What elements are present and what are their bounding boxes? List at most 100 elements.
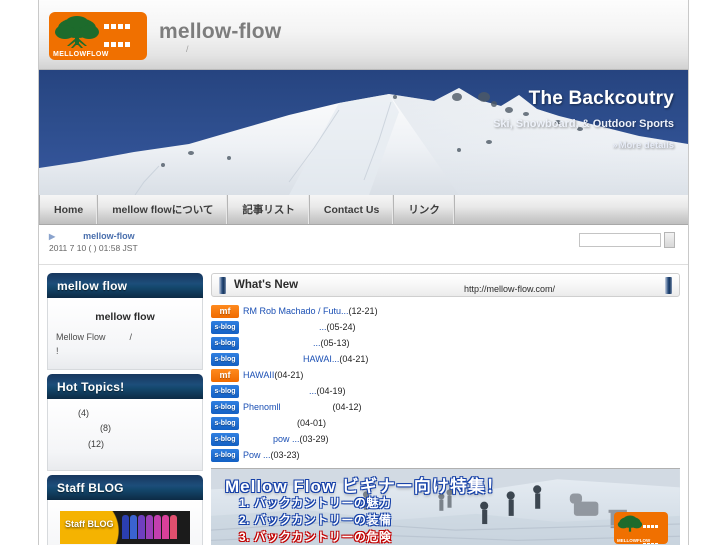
staff-blog-banner-image[interactable]: Staff BLOG	[60, 511, 190, 544]
sidebar-block-hot-topics-header: Hot Topics!	[47, 374, 203, 399]
promo-line-3[interactable]: 3. バックカントリーの危険	[239, 528, 391, 545]
search-form	[579, 232, 675, 248]
whats-new-panel-header: What's New	[211, 273, 680, 297]
news-date: (04-01)	[297, 418, 327, 428]
badge-mf: mf	[211, 304, 239, 318]
news-row[interactable]: s-blog Phenomll (04-12)	[211, 399, 680, 415]
news-date: (04-21)	[274, 370, 304, 380]
news-title[interactable]: Pow ...	[243, 450, 271, 460]
site-subtitle: /	[186, 44, 189, 54]
news-date: (12-21)	[348, 306, 378, 316]
news-date: (03-29)	[299, 434, 329, 444]
news-title[interactable]: Phenomll	[243, 402, 281, 412]
sidebar-block-staff-blog-body: Staff BLOG Mellow-flow	[47, 500, 203, 545]
news-row[interactable]: s-blog ... (04-19)	[211, 383, 680, 399]
news-row[interactable]: s-blog ... (05-24)	[211, 319, 680, 335]
news-row[interactable]: s-blog (04-01)	[211, 415, 680, 431]
badge-s-blog: s-blog	[211, 432, 239, 446]
hero-banner: The Backcoutry Ski, Snowboard, & Outdoor…	[39, 70, 688, 195]
nav-item-home[interactable]: Home	[39, 195, 99, 224]
breadcrumb-home-link[interactable]: mellow-flow	[83, 231, 135, 241]
badge-s-blog: s-blog	[211, 336, 239, 350]
url-note: http://mellow-flow.com/	[464, 284, 556, 294]
tree-icon	[55, 16, 99, 48]
hero-title: The Backcoutry	[528, 88, 674, 109]
badge-s-blog: s-blog	[211, 320, 239, 334]
news-title[interactable]: pow ...	[273, 434, 300, 444]
news-row[interactable]: s-blog HAWAI... (04-21)	[211, 351, 680, 367]
list-item[interactable]: (4)	[56, 406, 194, 421]
news-row[interactable]: s-blog pow ... (03-29)	[211, 431, 680, 447]
sidebar-block-hot-topics: Hot Topics! (4) (8) (12)	[47, 374, 203, 471]
sidebar-block-staff-blog: Staff BLOG Staff BLOG Mellow-flow	[47, 475, 203, 545]
breadcrumb-arrow-icon: ▶	[49, 232, 56, 241]
logo-dot-grid	[104, 18, 142, 60]
nav-item-article-list[interactable]: 記事リスト	[228, 195, 310, 224]
badge-s-blog: s-blog	[211, 400, 239, 414]
nav-filler	[455, 195, 688, 224]
news-row[interactable]: s-blog Pow ... (03-23)	[211, 447, 680, 463]
news-title[interactable]: HAWAI...	[303, 354, 339, 364]
main-navigation: Home mellow flowについて 記事リスト Contact Us リン…	[39, 195, 688, 225]
news-date: (03-23)	[270, 450, 300, 460]
promo-logo-wordmark: MELLOWFLOW	[617, 538, 651, 543]
hero-more-label: More details	[618, 140, 674, 151]
badge-s-blog: s-blog	[211, 352, 239, 366]
badge-s-blog: s-blog	[211, 416, 239, 430]
news-row[interactable]: s-blog ... (05-13)	[211, 335, 680, 351]
logo-wordmark: MELLOWFLOW	[53, 51, 109, 58]
sidebar-block-mellow-flow-body: mellow flow Mellow Flow / !	[47, 298, 203, 370]
sidebar-text-line2: !	[56, 345, 59, 356]
breadcrumb-bar: ▶ mellow-flow 2011 7 10 ( ) 01:58 JST	[39, 225, 688, 265]
news-title[interactable]: HAWAII	[243, 370, 274, 380]
promo-logo: MELLOWFLOW	[614, 512, 668, 544]
badge-s-blog: s-blog	[211, 384, 239, 398]
nav-item-links[interactable]: リンク	[394, 195, 455, 224]
sidebar-block-mellow-flow: mellow flow mellow flow Mellow Flow / !	[47, 273, 203, 370]
page-container: MELLOWFLOW mellow-flow / The Backcoutry …	[38, 0, 689, 545]
chevron-right-icon: ››	[612, 140, 617, 151]
search-input[interactable]	[579, 233, 661, 247]
promo-line-2[interactable]: 2. バックカントリーの装備	[239, 511, 391, 528]
promo-banner[interactable]: Mellow Flow ビギナー向け特集！ 1. バックカントリーの魅力 2. …	[211, 468, 680, 545]
hot-topic-label: (8)	[100, 423, 111, 434]
nav-item-about[interactable]: mellow flowについて	[98, 195, 229, 224]
search-button[interactable]	[664, 232, 675, 248]
news-list: mf RM Rob Machado / Futu... (12-21) s-bl…	[211, 303, 680, 463]
site-title: mellow-flow	[159, 20, 282, 43]
list-item[interactable]: (12)	[56, 437, 194, 452]
panel-bar-right-icon	[665, 277, 672, 294]
news-row[interactable]: mf RM Rob Machado / Futu... (12-21)	[211, 303, 680, 319]
news-date: (04-12)	[332, 402, 362, 412]
list-item[interactable]: (8)	[56, 421, 194, 436]
news-title[interactable]: RM Rob Machado / Futu...	[243, 306, 349, 316]
news-date: (04-19)	[316, 386, 346, 396]
nav-item-contact[interactable]: Contact Us	[310, 195, 395, 224]
sidebar-mellow-flow-title: mellow flow	[95, 311, 155, 323]
breadcrumb: ▶ mellow-flow	[49, 231, 135, 241]
date-stamp: 2011 7 10 ( ) 01:58 JST	[49, 243, 138, 253]
site-logo[interactable]: MELLOWFLOW	[49, 12, 147, 60]
hero-subtitle: Ski, Snowboard, & Outdoor Sports	[493, 118, 674, 130]
hot-topics-list: (4) (8) (12)	[56, 406, 194, 452]
hero-text-block: The Backcoutry Ski, Snowboard, & Outdoor…	[493, 88, 674, 151]
news-title[interactable]: ...	[313, 338, 321, 348]
staff-blog-banner-figures	[122, 515, 178, 544]
news-title[interactable]: ...	[309, 386, 317, 396]
site-header: MELLOWFLOW mellow-flow /	[39, 0, 688, 70]
news-title[interactable]: ...	[319, 322, 327, 332]
news-date: (05-13)	[320, 338, 350, 348]
panel-bar-left-icon	[219, 277, 226, 294]
promo-line-1[interactable]: 1. バックカントリーの魅力	[239, 494, 391, 511]
sidebar-text-sep: /	[129, 332, 133, 342]
badge-s-blog: s-blog	[211, 448, 239, 462]
content-area: mellow flow mellow flow Mellow Flow / ! H…	[39, 265, 688, 545]
main-column: What's New mf RM Rob Machado / Futu... (…	[211, 273, 680, 545]
tree-icon	[617, 515, 643, 532]
news-date: (04-21)	[339, 354, 369, 364]
news-row[interactable]: mf HAWAII (04-21)	[211, 367, 680, 383]
news-date: (05-24)	[326, 322, 356, 332]
sidebar-block-mellow-flow-header: mellow flow	[47, 273, 203, 298]
hero-more-link[interactable]: ›› More details	[493, 140, 674, 151]
sidebar-block-staff-blog-header: Staff BLOG	[47, 475, 203, 500]
